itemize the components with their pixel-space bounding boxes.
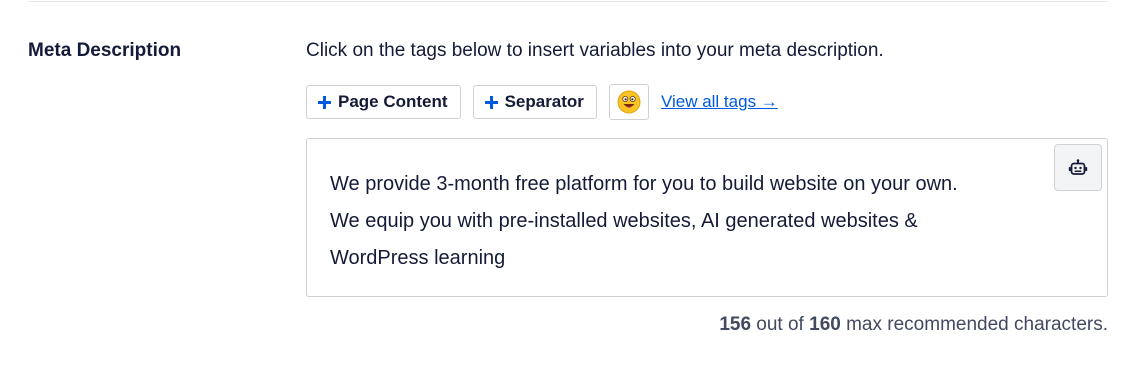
character-count-middle: out of [751,314,810,335]
insert-page-content-tag-button[interactable]: Page Content [306,85,461,119]
insert-separator-tag-button[interactable]: Separator [472,85,597,119]
robot-icon [1068,158,1088,175]
plus-icon [484,95,498,109]
tag-button-label: Separator [504,92,584,111]
emoji-picker-button[interactable] [608,84,649,120]
tag-buttons-row: Page Content Separator View all tags → [306,84,778,120]
meta-description-editor[interactable]: We provide 3-month free platform for you… [306,138,1108,297]
character-count: 156 out of 160 max recommended character… [719,313,1108,337]
section-divider [28,1,1108,2]
character-count-max: 160 [809,314,841,335]
field-instructions: Click on the tags below to insert variab… [306,40,884,61]
tag-button-label: Page Content [338,92,448,111]
emoji-face-icon [617,90,641,114]
plus-icon [318,95,331,109]
ai-generate-button[interactable] [1054,144,1102,191]
character-count-current: 156 [719,314,752,335]
field-label: Meta Description [28,40,182,61]
view-all-tags-link[interactable]: View all tags → [661,92,778,112]
character-count-suffix: max recommended characters. [840,314,1108,335]
meta-description-text[interactable]: We provide 3-month free platform for you… [330,166,990,277]
